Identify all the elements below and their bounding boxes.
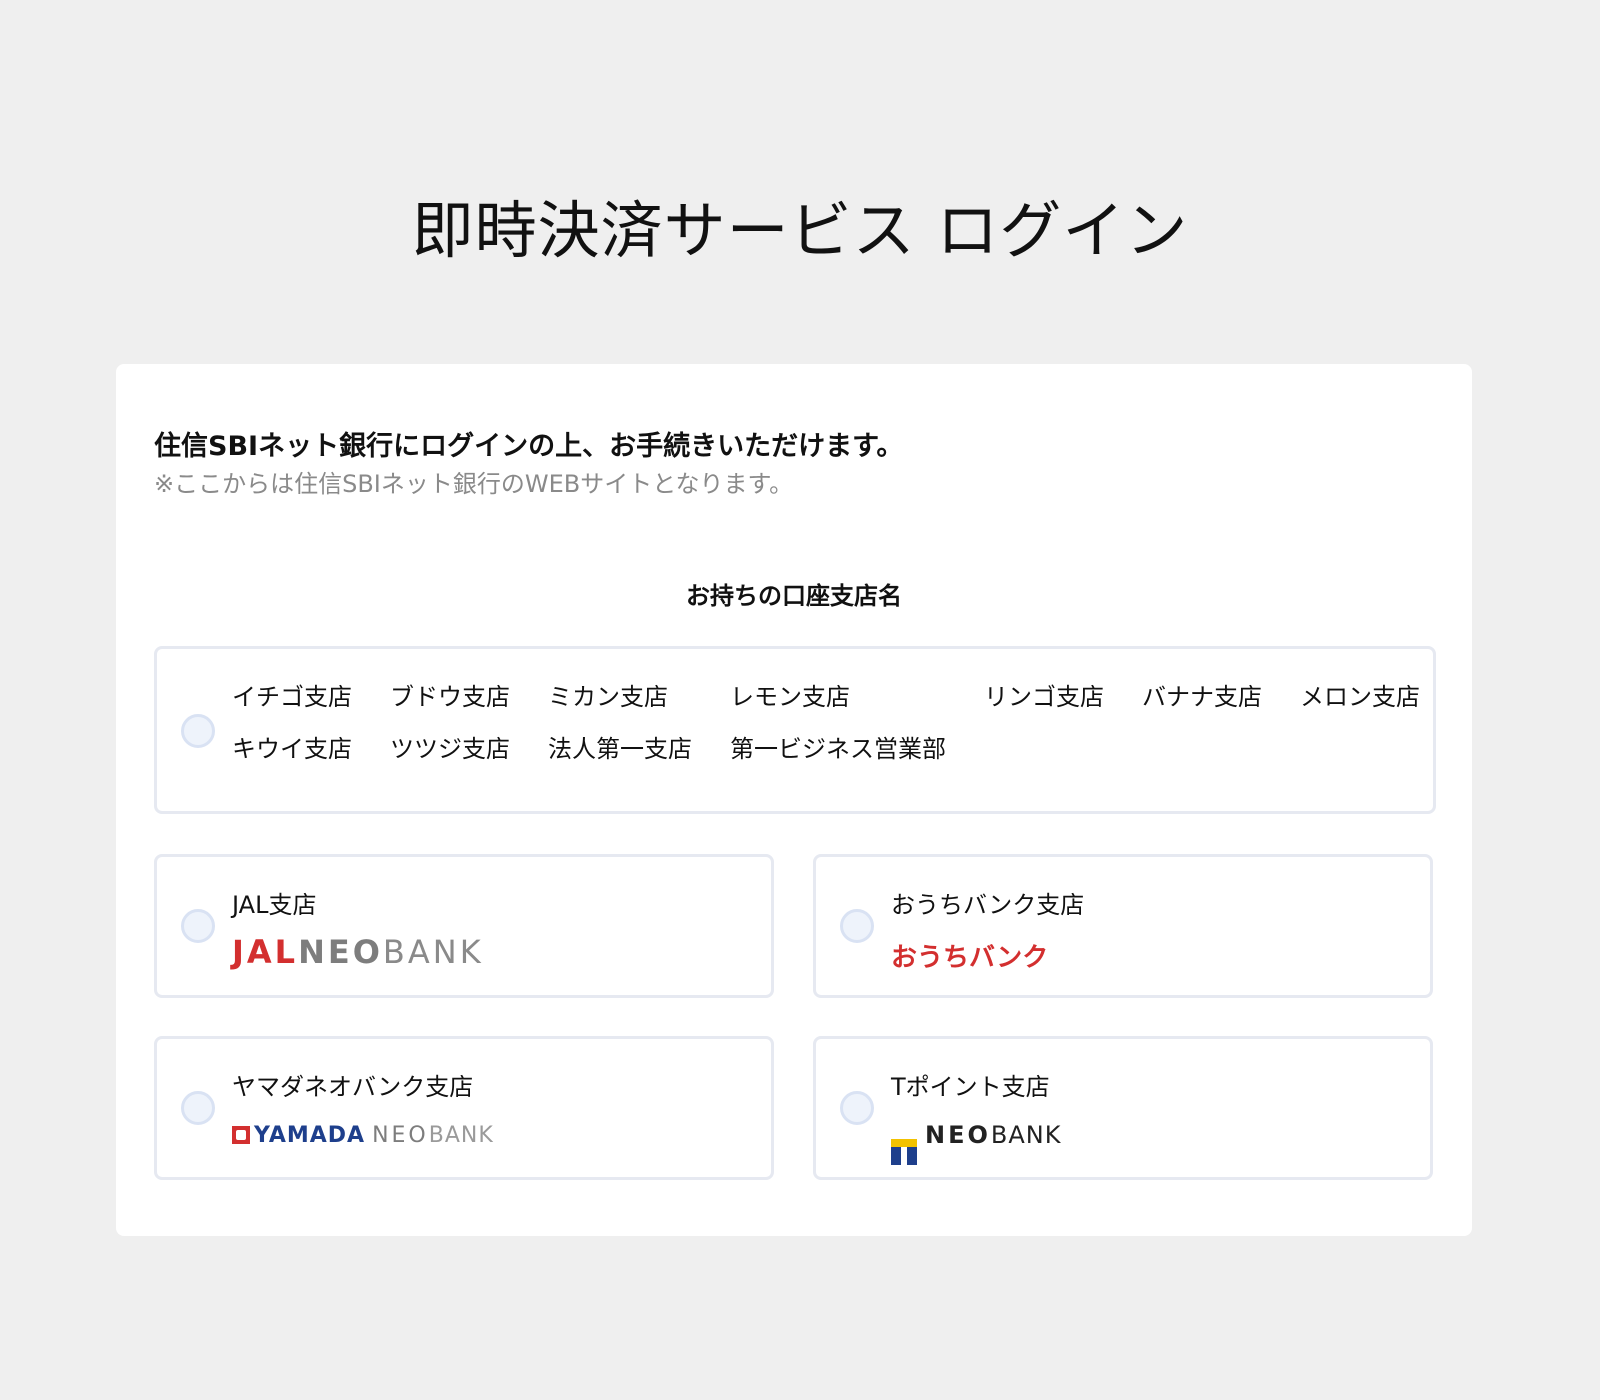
branch-name: リンゴ支店 <box>984 683 1104 711</box>
branch-name: ミカン支店 <box>548 683 668 711</box>
t-neobank-logo: NEOBANK <box>891 1121 1061 1165</box>
branch-name: メロン支店 <box>1300 683 1420 711</box>
branch-name: レモン支店 <box>730 683 850 711</box>
radio-button[interactable] <box>181 909 215 943</box>
option-main-branches[interactable]: イチゴ支店 ブドウ支店 ミカン支店 レモン支店 リンゴ支店 バナナ支店 メロン支… <box>154 646 1436 814</box>
branch-name: 第一ビジネス営業部 <box>730 735 946 763</box>
option-label: JAL支店 <box>232 891 317 919</box>
radio-button[interactable] <box>181 1091 215 1125</box>
option-tpoint-branch[interactable]: Tポイント支店 NEOBANK <box>813 1036 1433 1180</box>
branch-name: ツツジ支店 <box>390 735 510 763</box>
login-card: 住信SBIネット銀行にログインの上、お手続きいただけます。 ※ここからは住信SB… <box>116 364 1472 1236</box>
radio-button[interactable] <box>181 714 215 748</box>
radio-button[interactable] <box>840 1091 874 1125</box>
t-mark-icon <box>891 1139 918 1165</box>
option-label: Tポイント支店 <box>891 1073 1050 1101</box>
branch-list: イチゴ支店 ブドウ支店 ミカン支店 レモン支店 リンゴ支店 バナナ支店 メロン支… <box>232 681 1420 765</box>
intro-text: 住信SBIネット銀行にログインの上、お手続きいただけます。 <box>154 431 904 462</box>
radio-button[interactable] <box>840 909 874 943</box>
jal-neobank-logo: JALNEOBANK <box>232 933 484 971</box>
option-label: ヤマダネオバンク支店 <box>232 1073 474 1101</box>
branch-name: ブドウ支店 <box>390 683 510 711</box>
yamada-mark-icon <box>232 1126 250 1144</box>
option-jal-branch[interactable]: JAL支店 JALNEOBANK <box>154 854 774 998</box>
page-title: 即時決済サービス ログイン <box>411 194 1189 267</box>
intro-note: ※ここからは住信SBIネット銀行のWEBサイトとなります。 <box>154 470 794 498</box>
branch-name: キウイ支店 <box>232 735 352 763</box>
option-yamada-branch[interactable]: ヤマダネオバンク支店 YAMADA NEOBANK <box>154 1036 774 1180</box>
branch-name: バナナ支店 <box>1142 683 1262 711</box>
branch-name: イチゴ支店 <box>232 683 352 711</box>
branch-section-label: お持ちの口座支店名 <box>686 582 902 610</box>
ouchi-bank-logo: おうちバンク <box>891 943 1049 973</box>
branch-name: 法人第一支店 <box>548 735 692 763</box>
option-label: おうちバンク支店 <box>891 891 1085 919</box>
option-ouchi-branch[interactable]: おうちバンク支店 おうちバンク <box>813 854 1433 998</box>
yamada-neobank-logo: YAMADA NEOBANK <box>232 1123 494 1148</box>
